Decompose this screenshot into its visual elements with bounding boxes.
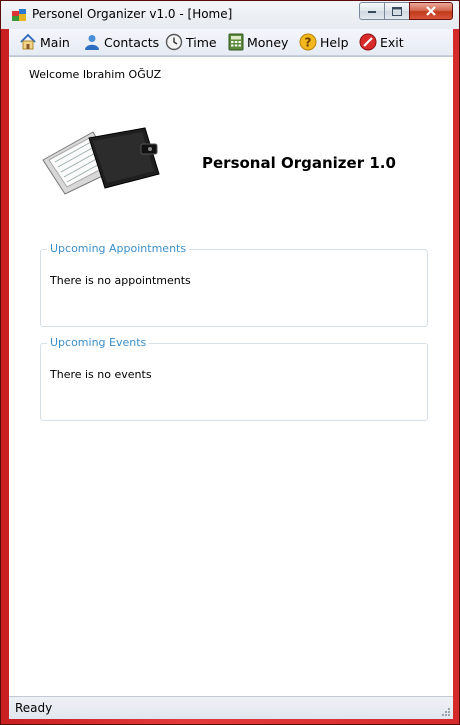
app-window: Personel Organizer v1.0 - [Home] Main Co… xyxy=(0,0,460,725)
maximize-icon xyxy=(392,6,402,16)
app-icon xyxy=(12,9,26,21)
menu-bar: Main Contacts Time Money ? Help Exit xyxy=(9,29,453,56)
status-text: Ready xyxy=(15,701,53,715)
menu-help-label: Help xyxy=(320,34,349,50)
menu-main[interactable]: Main xyxy=(19,31,70,53)
window-title: Personel Organizer v1.0 - [Home] xyxy=(32,7,233,21)
menu-money-label: Money xyxy=(247,34,289,50)
svg-text:?: ? xyxy=(305,36,312,50)
appointments-message: There is no appointments xyxy=(50,274,191,287)
menu-help[interactable]: ? Help xyxy=(299,31,349,53)
menu-main-label: Main xyxy=(40,34,70,50)
exit-icon xyxy=(359,33,377,51)
contacts-icon xyxy=(85,35,99,50)
menu-time[interactable]: Time xyxy=(165,31,217,53)
welcome-text: Welcome Ibrahim OĞUZ xyxy=(29,68,162,81)
close-icon xyxy=(426,6,436,16)
menu-contacts-label: Contacts xyxy=(104,34,160,50)
upcoming-appointments-group: Upcoming Appointments There is no appoin… xyxy=(40,242,428,327)
events-message: There is no events xyxy=(50,368,152,381)
help-icon: ? xyxy=(299,33,317,51)
menu-exit[interactable]: Exit xyxy=(359,31,404,53)
app-name-heading: Personal Organizer 1.0 xyxy=(202,154,396,172)
maximize-button[interactable] xyxy=(384,2,410,20)
appointments-legend: Upcoming Appointments xyxy=(47,242,190,255)
home-icon xyxy=(20,33,36,50)
upcoming-events-group: Upcoming Events There is no events xyxy=(40,336,428,421)
organizer-logo xyxy=(42,127,160,195)
minimize-icon xyxy=(368,11,376,13)
calculator-icon xyxy=(228,33,244,51)
status-bar: Ready xyxy=(9,696,453,719)
title-bar[interactable]: Personel Organizer v1.0 - [Home] xyxy=(1,1,459,29)
minimize-button[interactable] xyxy=(359,2,385,20)
close-button[interactable] xyxy=(409,2,453,20)
menu-contacts[interactable]: Contacts xyxy=(83,31,159,53)
events-legend: Upcoming Events xyxy=(47,336,150,349)
menu-money[interactable]: Money xyxy=(228,31,288,53)
home-panel: Welcome Ibrahim OĞUZ Personal Organizer … xyxy=(9,56,453,697)
resize-grip-icon[interactable] xyxy=(440,706,450,716)
clock-icon xyxy=(165,33,183,51)
menu-exit-label: Exit xyxy=(380,34,404,50)
menu-time-label: Time xyxy=(186,34,217,50)
